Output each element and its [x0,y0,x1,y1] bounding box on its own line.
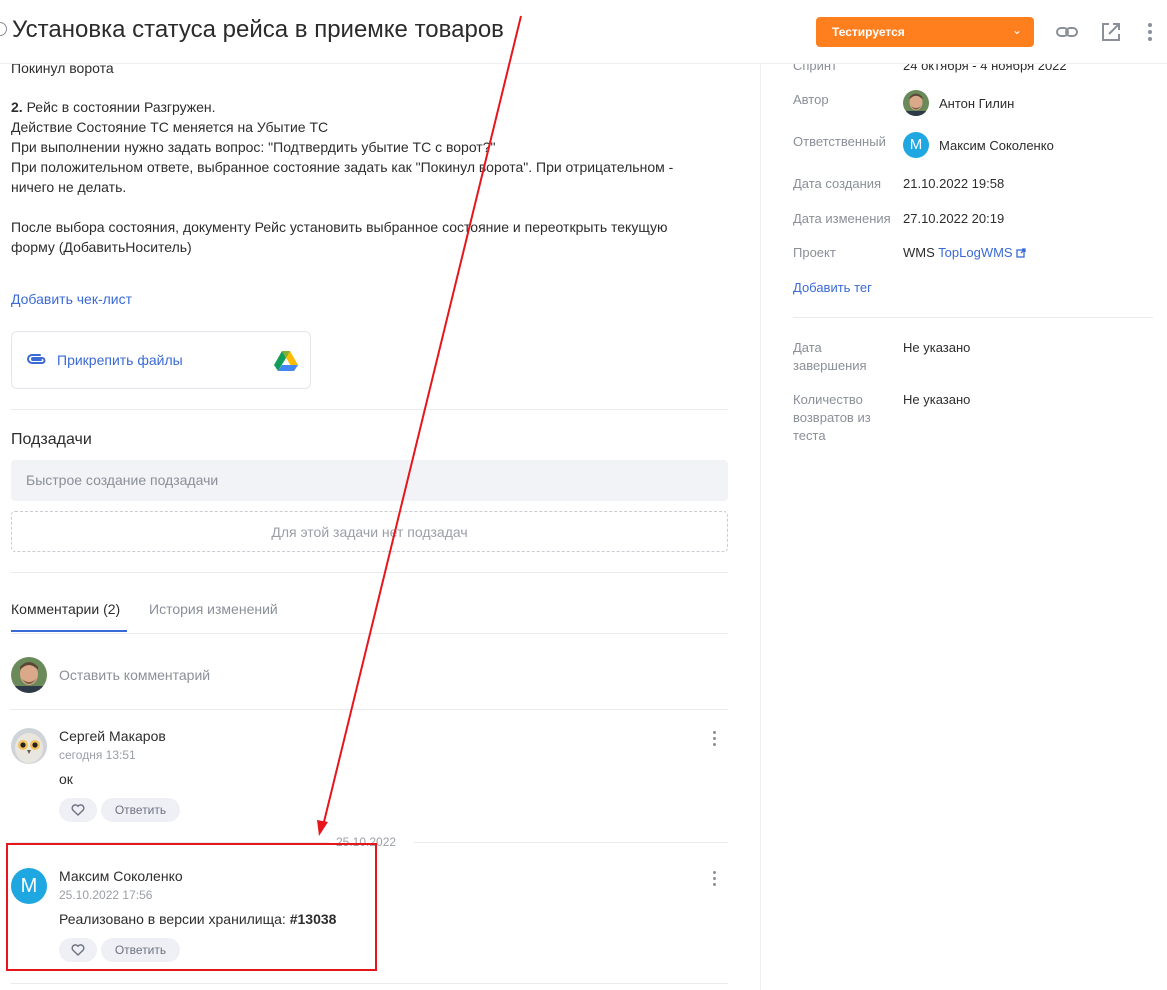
column-divider [760,64,761,990]
status-dropdown[interactable]: Тестируется ⌄ [816,17,1034,47]
status-label: Тестируется [832,25,905,39]
section-divider [11,572,728,573]
task-main-column: Покинул ворота 2. Рейс в состоянии Разгр… [0,0,760,990]
project-value: WMS TopLogWMS [903,244,1026,262]
quick-subtask-input[interactable]: Быстрое создание подзадачи [11,460,728,501]
comment-text: Реализовано в версии хранилища: #13038 [59,911,336,927]
attach-files-label[interactable]: Прикрепить файлы [57,352,183,368]
description-line: ничего не делать. [11,179,127,195]
like-button[interactable] [59,798,97,822]
returns-label: Количество возвратов из теста [793,391,871,445]
comment-input[interactable]: Оставить комментарий [59,667,210,683]
date-separator: 25.10.2022 [336,835,397,849]
returns-value[interactable]: Не указано [903,391,970,409]
due-date-value[interactable]: Не указано [903,339,970,357]
paperclip-icon [26,351,48,372]
created-label: Дата создания [793,176,882,191]
commit-reference: #13038 [289,911,337,927]
tabs-divider [11,633,728,634]
step-title: Рейс в состоянии Разгружен. [22,99,216,115]
description-line: Действие Состояние ТС меняется на Убытие… [11,119,329,135]
comment-menu-icon[interactable] [712,871,718,887]
attach-files-box[interactable]: Прикрепить файлы [11,331,311,389]
assignee-value[interactable]: Максим Соколенко [939,137,1054,155]
comment-text-prefix: Реализовано в версии хранилища: [59,911,290,927]
more-vertical-icon[interactable] [1145,20,1155,44]
returns-label-line: теста [793,428,826,443]
no-subtasks-placeholder: Для этой задачи нет подзадач [11,511,728,552]
created-value: 21.10.2022 19:58 [903,176,1005,191]
comment-author[interactable]: Сергей Макаров [59,728,166,744]
reply-button[interactable]: Ответить [101,938,180,962]
subtasks-title: Подзадачи [11,431,92,448]
description-line: При положительном ответе, выбранное сост… [11,159,674,175]
description-line: форму (ДобавитьНоситель) [11,239,192,255]
add-tag-link[interactable]: Добавить тег [793,279,872,297]
task-status-circle-icon[interactable] [0,22,7,36]
comment-text: ок [59,771,73,787]
add-checklist-link[interactable]: Добавить чек-лист [11,291,132,307]
panel-divider [793,317,1153,318]
comment-divider [11,983,728,984]
assignee-avatar: M [903,132,929,158]
open-external-icon[interactable] [1099,20,1123,44]
date-separator-line [11,842,329,843]
comment-menu-icon[interactable] [712,731,718,747]
comment-author[interactable]: Максим Соколенко [59,868,183,884]
step-number: 2. [11,99,23,115]
heart-icon [71,804,85,816]
section-divider [11,409,728,410]
due-date-label-line: завершения [793,358,867,373]
author-label: Автор [793,92,829,107]
description-line: При выполнении нужно задать вопрос: "Под… [11,139,496,155]
heart-icon [71,944,85,956]
project-label: Проект [793,245,836,260]
chevron-down-icon: ⌄ [1011,23,1022,37]
project-link[interactable]: TopLogWMS [938,245,1012,260]
returns-label-line: Количество [793,392,863,407]
comment-time: 25.10.2022 17:56 [59,888,153,902]
like-button[interactable] [59,938,97,962]
current-user-avatar [11,657,47,693]
page-title: Установка статуса рейса в приемке товаро… [12,16,504,43]
returns-label-line: возвратов из [793,410,871,425]
due-date-label-line: Дата [793,340,822,355]
tab-history[interactable]: История изменений [149,601,278,617]
due-date-label: Дата завершения [793,339,867,375]
author-value[interactable]: Антон Гилин [939,95,1014,113]
active-tab-indicator [11,630,127,632]
tab-comments[interactable]: Комментарии (2) [11,601,120,617]
description-line: После выбора состояния, документу Рейс у… [11,219,668,235]
date-separator-line [414,842,728,843]
comment-divider [11,709,728,710]
project-prefix: WMS [903,245,935,260]
link-icon[interactable] [1055,20,1079,44]
google-drive-icon[interactable] [274,350,298,377]
reply-button[interactable]: Ответить [101,798,180,822]
modified-value: 27.10.2022 20:19 [903,211,1005,226]
assignee-label: Ответственный [793,134,886,149]
task-header: Установка статуса рейса в приемке товаро… [0,0,1167,64]
external-link-icon[interactable] [1016,245,1026,260]
description-step2: 2. Рейс в состоянии Разгружен. [11,97,731,117]
author-avatar [903,90,929,116]
avatar: M [11,868,47,904]
comment-time: сегодня 13:51 [59,748,136,762]
avatar [11,728,47,764]
modified-label: Дата изменения [793,211,891,226]
